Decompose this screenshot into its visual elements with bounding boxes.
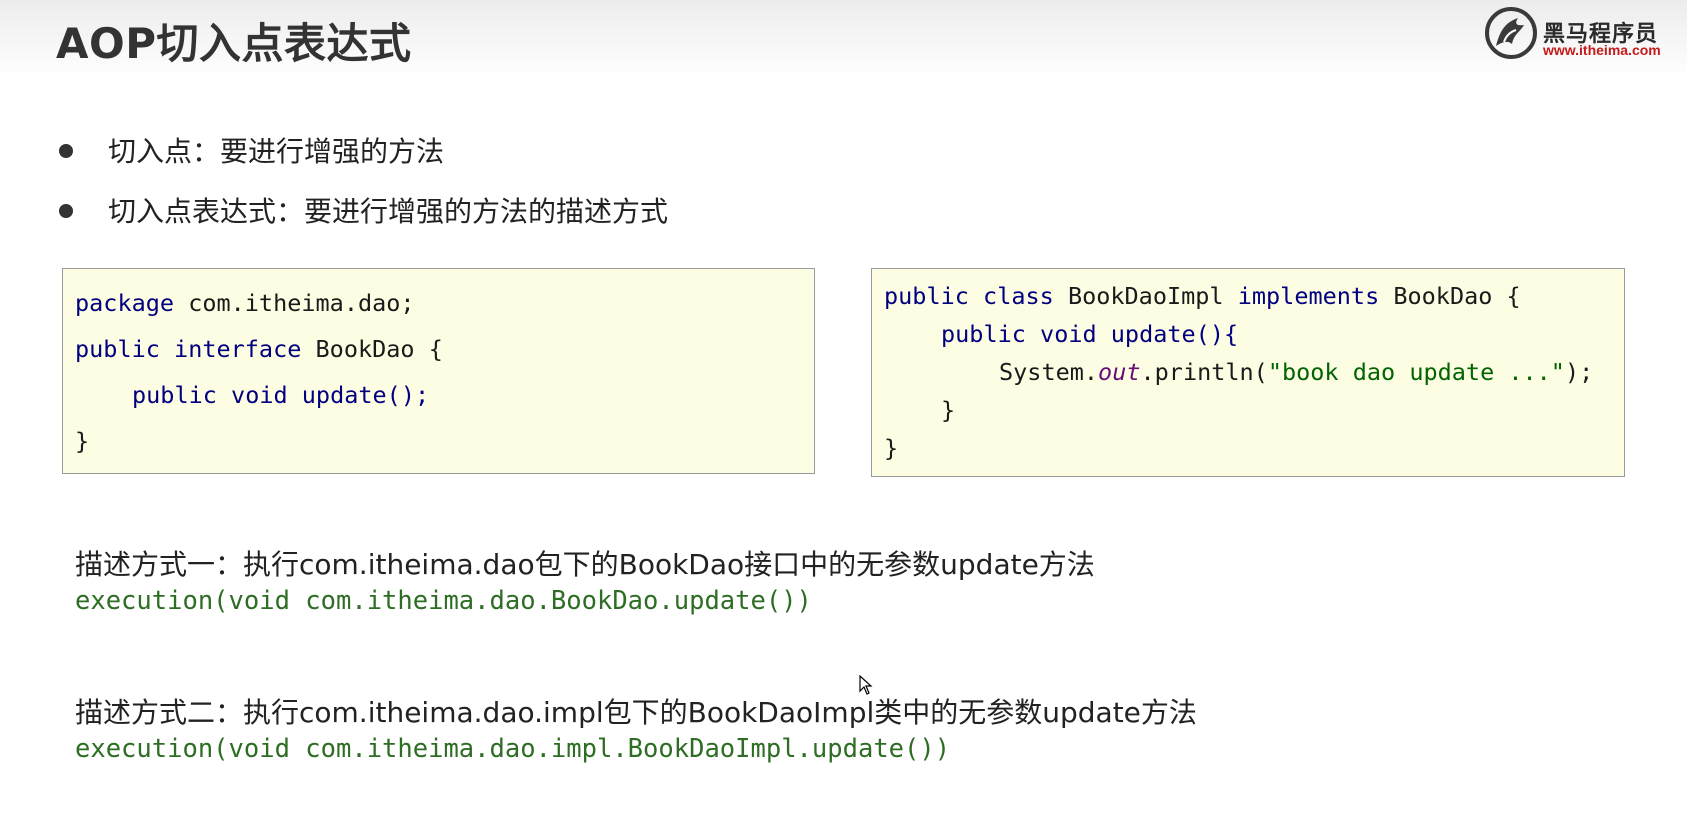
- code-text: .println(: [1140, 358, 1268, 386]
- description-one: 描述方式一：执行com.itheima.dao包下的BookDao接口中的无参数…: [75, 548, 1095, 581]
- code-keyword: void: [1040, 320, 1097, 348]
- horse-logo-icon: [1485, 7, 1537, 59]
- code-text: }: [75, 427, 90, 455]
- bullet-text: 切入点：要进行增强的方法: [108, 135, 445, 168]
- code-keyword: package: [75, 289, 175, 317]
- code-keyword: public: [941, 320, 1026, 348]
- code-line: package com.itheima.dao;: [75, 289, 415, 317]
- code-keyword: public: [132, 381, 217, 409]
- code-line: public void update(){: [941, 320, 1238, 348]
- code-line: }: [884, 434, 898, 462]
- code-method: update();: [287, 381, 430, 409]
- pointcut-expression-one: execution(void com.itheima.dao.BookDao.u…: [75, 586, 812, 616]
- code-keyword: class: [983, 282, 1054, 310]
- code-text: );: [1564, 358, 1594, 386]
- code-line: System.out.println("book dao update ..."…: [999, 358, 1593, 386]
- description-two: 描述方式二：执行com.itheima.dao.impl包下的BookDaoIm…: [75, 696, 1197, 729]
- code-keyword: implements: [1237, 282, 1380, 310]
- code-text: System.: [999, 358, 1099, 386]
- code-text: BookDao {: [1379, 282, 1521, 310]
- slide-header: AOP切入点表达式 黑马程序员 www.itheima.com: [0, 0, 1687, 80]
- code-line: public void update();: [132, 381, 429, 409]
- code-block-impl: public class BookDaoImpl implements Book…: [871, 268, 1625, 477]
- pointcut-expression-two: execution(void com.itheima.dao.impl.Book…: [75, 734, 951, 764]
- code-string: "book dao update ...": [1267, 358, 1565, 386]
- logo-url: www.itheima.com: [1543, 42, 1661, 58]
- code-text: BookDaoImpl: [1053, 282, 1238, 310]
- code-line: }: [75, 427, 89, 455]
- bullet-text: 切入点表达式：要进行增强的方法的描述方式: [108, 195, 669, 228]
- code-line: public interface BookDao {: [75, 335, 443, 363]
- code-block-interface: package com.itheima.dao; public interfac…: [62, 268, 815, 474]
- bullet-dot-icon: [59, 144, 73, 158]
- code-text: com.itheima.dao;: [174, 289, 415, 317]
- code-keyword: public: [75, 335, 160, 363]
- code-text: }: [884, 434, 899, 462]
- code-keyword: void: [231, 381, 288, 409]
- code-text: BookDao {: [301, 335, 443, 363]
- slide-title: AOP切入点表达式: [56, 19, 412, 68]
- code-keyword: public: [884, 282, 969, 310]
- brand-logo: 黑马程序员 www.itheima.com: [1484, 6, 1664, 62]
- bullet-dot-icon: [59, 204, 73, 218]
- code-keyword: interface: [174, 335, 302, 363]
- mouse-cursor-icon: [859, 675, 873, 695]
- code-field: out: [1098, 358, 1141, 386]
- code-line: }: [941, 396, 955, 424]
- code-text: }: [941, 396, 956, 424]
- code-method: update(){: [1096, 320, 1239, 348]
- code-line: public class BookDaoImpl implements Book…: [884, 282, 1521, 310]
